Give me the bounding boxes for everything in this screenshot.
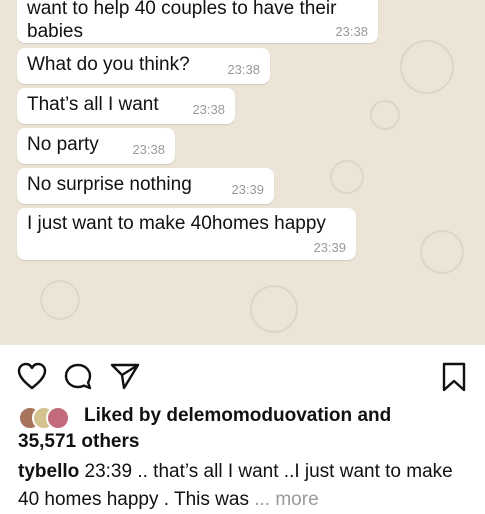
liker-avatars	[18, 406, 76, 430]
post-action-bar	[0, 350, 485, 400]
message-text: No party	[27, 134, 99, 155]
message-text: want to help 40 couples to have their	[27, 0, 337, 19]
message-text: What do you think?	[27, 54, 190, 75]
wallpaper-doodle	[250, 285, 298, 333]
heart-icon[interactable]	[17, 362, 47, 395]
message-time: 23:38	[192, 102, 225, 117]
message-bubble: No party 23:38	[17, 128, 175, 164]
caption-username[interactable]: tybello	[18, 461, 79, 482]
wallpaper-doodle	[330, 160, 364, 194]
message-bubble: I just want to make 40homes happy 23:39	[17, 208, 356, 260]
comment-icon[interactable]	[63, 362, 93, 397]
post-caption: tybello 23:39 .. that’s all I want ..I j…	[18, 458, 478, 514]
message-time: 23:38	[132, 142, 165, 157]
wallpaper-doodle	[420, 230, 464, 274]
message-time: 23:39	[313, 240, 346, 255]
bookmark-icon[interactable]	[441, 362, 467, 397]
liked-by-text: Liked by delemomoduovation and 35,571 ot…	[18, 403, 484, 455]
avatar	[46, 406, 70, 430]
liked-by-and: and	[357, 405, 392, 426]
message-time: 23:39	[231, 182, 264, 197]
liked-by-user[interactable]: delemomoduovation	[166, 405, 352, 426]
caption-text: 23:39 .. that’s all I want ..I just want…	[18, 461, 453, 510]
message-bubble: What do you think? 23:38	[17, 48, 270, 84]
message-bubble: That’s all I want 23:38	[17, 88, 235, 124]
message-text: No surprise nothing	[27, 174, 192, 195]
message-text: That’s all I want	[27, 94, 159, 115]
chat-screenshot: want to help 40 couples to have their ba…	[0, 0, 485, 345]
message-bubble: want to help 40 couples to have their ba…	[17, 0, 378, 43]
message-time: 23:38	[227, 62, 260, 77]
message-time: 23:38	[335, 24, 368, 39]
send-icon[interactable]	[110, 362, 140, 395]
message-text: babies	[27, 21, 83, 42]
wallpaper-doodle	[370, 100, 400, 130]
liked-by-prefix: Liked by	[84, 405, 162, 426]
liked-by-others[interactable]: 35,571 others	[18, 429, 484, 455]
wallpaper-doodle	[400, 40, 454, 94]
message-text: I just want to make 40homes happy	[27, 213, 326, 234]
wallpaper-doodle	[40, 280, 80, 320]
message-bubble: No surprise nothing 23:39	[17, 168, 274, 204]
